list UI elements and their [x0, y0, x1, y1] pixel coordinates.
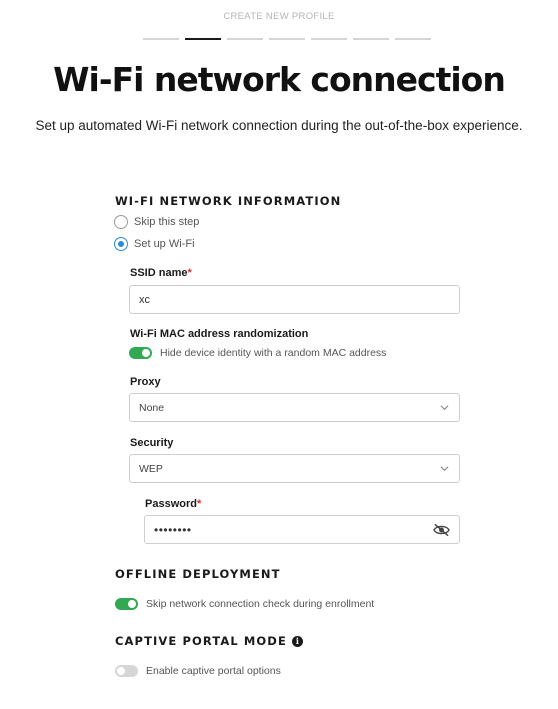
ssid-input[interactable]: xc	[129, 285, 460, 314]
required-mark: *	[196, 498, 202, 510]
step-indicator	[311, 38, 347, 40]
offline-toggle-row[interactable]: Skip network connection check during enr…	[115, 598, 374, 610]
captive-toggle-row[interactable]: Enable captive portal options	[115, 665, 281, 677]
info-icon[interactable]: i	[291, 635, 303, 647]
step-indicator	[353, 38, 389, 40]
offline-toggle-label: Skip network connection check during enr…	[146, 598, 375, 610]
ssid-value: xc	[139, 293, 150, 306]
mac-randomization-toggle-label: Hide device identity with a random MAC a…	[160, 347, 387, 359]
create-profile-header: CREATE NEW PROFILE	[223, 11, 335, 22]
offline-section-title-text: OFFLINE DEPLOYMENT	[115, 567, 281, 581]
wifi-section-title: WI-FI NETWORK INFORMATION	[115, 194, 341, 208]
setup-wifi-radio-option[interactable]: Set up Wi-Fi	[114, 237, 195, 251]
password-value: ••••••••	[154, 522, 192, 537]
offline-deployment-toggle[interactable]	[115, 598, 138, 610]
offline-section-title: OFFLINE DEPLOYMENT	[115, 567, 281, 581]
required-mark: *	[187, 267, 192, 279]
captive-section-title: CAPTIVE PORTAL MODE i	[115, 634, 303, 648]
progress-stepper	[143, 38, 431, 40]
mac-randomization-label: Wi-Fi MAC address randomization	[130, 328, 309, 340]
step-indicator-active	[185, 38, 221, 40]
proxy-label: Proxy	[130, 376, 161, 388]
setup-wifi-label: Set up Wi-Fi	[134, 238, 195, 250]
mac-randomization-toggle[interactable]	[129, 347, 152, 359]
step-indicator	[395, 38, 431, 40]
skip-step-radio[interactable]	[114, 215, 128, 229]
ssid-label: SSID name*	[130, 267, 192, 279]
security-value: WEP	[139, 462, 163, 475]
security-label: Security	[130, 437, 174, 449]
captive-section-title-text: CAPTIVE PORTAL MODE	[115, 634, 287, 648]
step-indicator	[227, 38, 263, 40]
setup-wifi-radio[interactable]	[114, 237, 128, 251]
skip-step-radio-option[interactable]: Skip this step	[114, 215, 199, 229]
step-indicator	[143, 38, 179, 40]
proxy-select[interactable]: None	[129, 393, 460, 422]
chevron-down-icon	[440, 466, 449, 472]
eye-off-icon[interactable]	[433, 523, 450, 537]
page-subtitle: Set up automated Wi-Fi network connectio…	[35, 118, 523, 133]
proxy-value: None	[139, 401, 165, 414]
mac-randomization-toggle-row[interactable]: Hide device identity with a random MAC a…	[129, 347, 386, 359]
security-select[interactable]: WEP	[129, 454, 460, 483]
page-title: Wi-Fi network connection	[53, 60, 506, 99]
skip-step-label: Skip this step	[134, 216, 200, 228]
chevron-down-icon	[440, 405, 449, 411]
captive-portal-toggle[interactable]	[115, 665, 138, 677]
password-label-text: Password	[145, 498, 197, 510]
password-label: Password*	[145, 498, 201, 510]
step-indicator	[269, 38, 305, 40]
wifi-section-title-text: WI-FI NETWORK INFORMATION	[115, 194, 342, 208]
password-input[interactable]: ••••••••	[144, 515, 460, 544]
captive-toggle-label: Enable captive portal options	[146, 665, 281, 677]
ssid-label-text: SSID name	[130, 267, 188, 279]
